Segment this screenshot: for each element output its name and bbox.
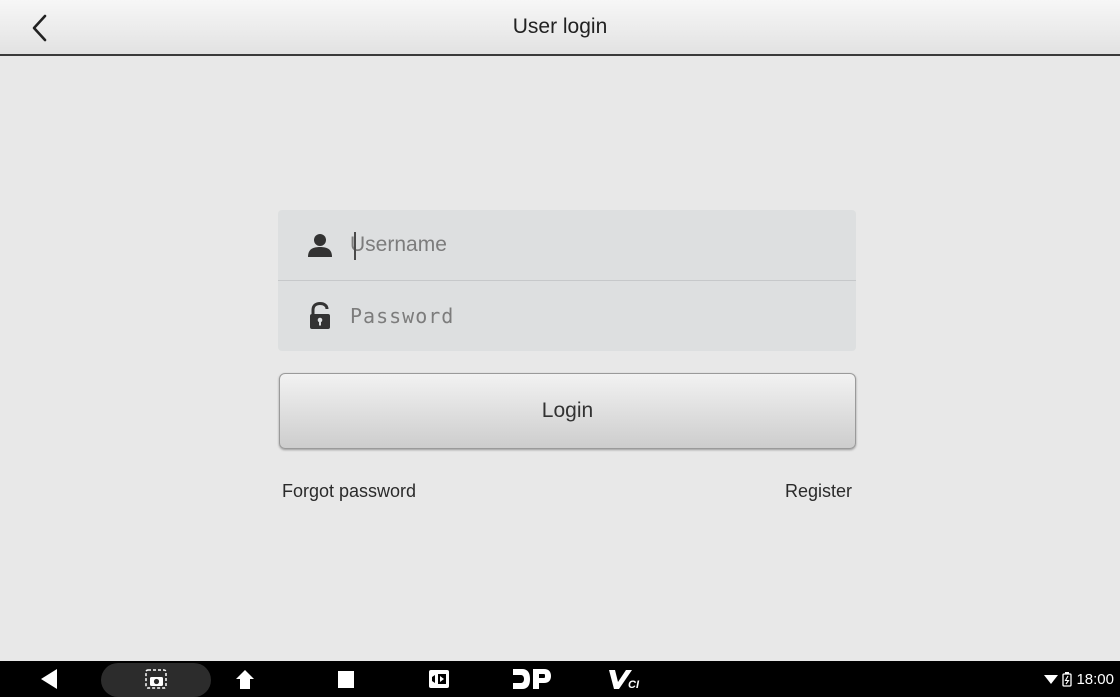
screen-record-icon [429,670,449,688]
nav-back-button[interactable] [34,661,64,697]
page-title: User login [512,15,608,38]
text-caret [354,232,356,260]
screenshot-button[interactable] [140,661,172,697]
home-button[interactable] [230,661,260,697]
svg-text:CI: CI [628,679,640,691]
system-nav-bar: CI 18:00 [0,661,1120,697]
credentials-box [278,210,856,351]
back-button[interactable] [24,12,56,44]
back-triangle-icon [41,669,57,689]
dp-app-icon [513,669,551,689]
username-row [278,210,856,280]
status-area: 18:00 [1044,661,1114,697]
forgot-password-link[interactable]: Forgot password [282,481,416,502]
vci-app-icon: CI [609,670,640,691]
battery-icon [1062,672,1073,687]
screen-record-button[interactable] [424,661,454,697]
chevron-left-icon [32,14,47,42]
wifi-icon [1044,675,1059,684]
login-button[interactable]: Login [279,373,856,449]
home-icon [236,670,254,689]
register-link[interactable]: Register [785,481,852,502]
recents-icon [338,671,354,688]
password-input[interactable] [350,297,830,335]
lock-icon [306,302,334,330]
dp-app-button[interactable] [510,661,554,697]
recents-button[interactable] [332,661,360,697]
screenshot-icon [145,669,167,689]
username-input[interactable] [350,226,830,264]
vci-app-button[interactable]: CI [606,661,646,697]
password-row [278,281,856,351]
clock: 18:00 [1076,670,1114,688]
user-icon [306,231,334,259]
top-app-bar: User login [0,0,1120,56]
